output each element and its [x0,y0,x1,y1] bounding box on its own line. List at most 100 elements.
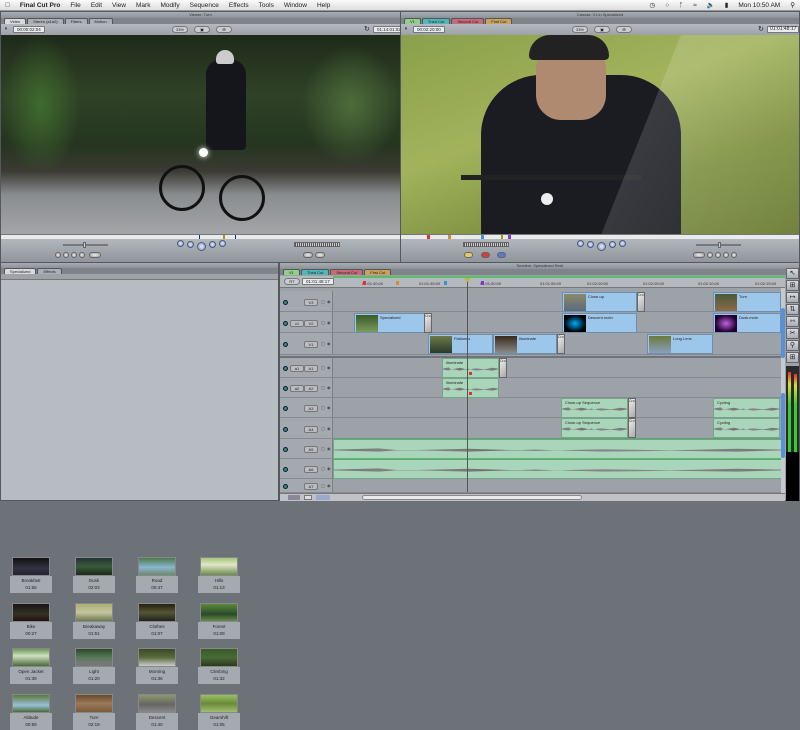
video-clip[interactable]: Turn [713,292,781,312]
video-clip[interactable]: Illuminate [493,334,557,354]
add-keyframe-button[interactable] [715,252,721,258]
razor-tool-icon[interactable]: ✂ [786,328,799,339]
track-v3[interactable]: V3 ▢ ◉ [280,291,785,312]
clip-thumbnail[interactable] [75,648,113,667]
audio-keyframe[interactable] [469,372,472,375]
lock-icon[interactable]: ▢ [321,427,325,431]
track-a4[interactable]: A4 ▢ ◉ [280,418,785,439]
duration-timecode[interactable]: 00:02:20:00 [413,26,445,33]
browser-clip[interactable]: Hills 01:13 [198,557,240,593]
lock-icon[interactable]: ▢ [321,484,325,488]
browser-clip[interactable]: Descent 01:40 [136,694,178,730]
source-patch[interactable]: a2 [290,385,304,392]
next-edit-button[interactable] [219,240,226,247]
match-frame-button[interactable] [731,252,737,258]
replace-edit-button[interactable] [497,252,506,258]
jog-control[interactable] [463,242,509,247]
cross-dissolve-transition[interactable]: Cro [637,292,645,312]
apple-menu-icon[interactable]:  [0,2,15,9]
auto-select-icon[interactable]: ◉ [327,447,331,451]
zoom-popup[interactable]: 33% [172,26,188,33]
tab-second-cut[interactable]: Second Cut [330,269,364,275]
track-visibility-icon[interactable] [283,342,288,347]
menu-window[interactable]: Window [279,2,312,9]
menu-modify[interactable]: Modify [155,2,184,9]
menu-view[interactable]: View [107,2,131,9]
track-visibility-icon[interactable] [283,447,288,452]
clock[interactable]: Mon 10:50 AM [733,2,785,9]
browser-clip[interactable]: Turn 02:19 [73,694,115,730]
audio-clip[interactable]: Close-up Sequence [561,398,628,418]
loop-icon[interactable]: ↻ [364,25,370,33]
destination-patch[interactable]: V2 [304,320,318,327]
clip-thumbnail[interactable] [138,648,176,667]
video-clip[interactable]: Long Lens [647,334,713,354]
auto-select-icon[interactable]: ◉ [327,321,331,325]
browser-clip[interactable]: Morning 01:36 [136,648,178,684]
play-in-out-button[interactable] [587,241,594,248]
previous-edit-button[interactable] [577,240,584,247]
source-patch[interactable]: v1 [290,320,304,327]
chat-icon[interactable]: ○ [660,2,674,9]
clip-thumbnail[interactable] [138,557,176,576]
edit-selection-tool-icon[interactable]: ⊞ [786,280,799,291]
mark-clip-button[interactable] [723,252,729,258]
menu-help[interactable]: Help [312,2,335,9]
menu-mark[interactable]: Mark [131,2,155,9]
shuttle-slider[interactable] [696,242,741,248]
track-a3[interactable]: A3 ▢ ◉ [280,398,785,418]
track-visibility-icon[interactable] [283,484,288,489]
add-marker-button[interactable] [707,252,713,258]
cross-dissolve-transition[interactable]: Cro [424,313,432,333]
cross-fade-transition[interactable]: Cro [628,398,636,418]
track-visibility-icon[interactable] [283,427,288,432]
cross-fade-transition[interactable]: Cro [628,418,636,438]
overwrite-edit-button[interactable] [481,252,490,258]
mark-clip-button[interactable] [63,252,69,258]
track-a7[interactable]: A7 ▢ ◉ [280,479,785,493]
recent-clips-button[interactable] [315,252,325,258]
clip-thumbnail[interactable] [200,603,238,622]
mark-in-out-button[interactable] [89,252,101,258]
loop-icon[interactable]: ↻ [758,25,764,33]
selection-tool-icon[interactable]: ↖ [786,268,799,279]
source-patch[interactable]: a1 [290,365,304,372]
add-keyframe-button[interactable] [71,252,77,258]
browser-clip[interactable]: Clothes 01:07 [136,603,178,639]
timeline-ruler[interactable]: RT 01:01:48:17 01:01:40:00 01:01:45:00 01:… [280,276,785,288]
lock-icon[interactable]: ▢ [321,342,325,346]
crop-tool-icon[interactable]: ⊞ [786,352,799,363]
audio-clip[interactable]: Illuminate [442,378,499,398]
auto-select-icon[interactable]: ◉ [327,342,331,346]
browser-clip[interactable]: Altitude 00:59 [10,694,52,730]
browser-clip[interactable]: Road 00:47 [136,557,178,593]
menu-tools[interactable]: Tools [254,2,279,9]
shuttle-slider[interactable] [63,242,108,248]
insert-button[interactable] [303,252,313,258]
play-in-out-button[interactable] [187,241,194,248]
track-visibility-icon[interactable] [283,386,288,391]
current-timecode[interactable]: 01:01:48:17 [767,26,800,33]
mark-in-out-button[interactable] [693,252,705,258]
track-visibility-icon[interactable] [283,300,288,305]
video-clip[interactable]: Dusk.motn [713,313,781,333]
zoom-slider[interactable] [316,495,330,500]
video-audio-divider[interactable] [280,356,785,358]
video-clip[interactable]: Flatlands [428,334,493,354]
lock-icon[interactable]: ▢ [321,447,325,451]
auto-select-icon[interactable]: ◉ [327,366,331,370]
browser-clip[interactable]: Gearshift 01:05 [198,694,240,730]
timeline-timecode[interactable]: 01:01:48:17 [302,278,334,285]
zoom-tool-icon[interactable]: ⚲ [786,340,799,351]
browser-clip[interactable]: Breakaway 01:51 [73,603,115,639]
video-clip[interactable]: Close-up [562,292,637,312]
lock-icon[interactable]: ▢ [321,300,325,304]
destination-patch[interactable]: V1 [304,341,318,348]
cross-fade-transition[interactable]: Cro [499,358,507,378]
play-button[interactable] [197,242,206,251]
app-menu[interactable]: Final Cut Pro [15,2,65,9]
playhead-sync-icon[interactable]: ◖ [4,26,8,32]
auto-select-icon[interactable]: ◉ [327,467,331,471]
track-a1[interactable]: a1 A1 ▢ ◉ [280,358,785,378]
auto-select-icon[interactable]: ◉ [327,386,331,390]
